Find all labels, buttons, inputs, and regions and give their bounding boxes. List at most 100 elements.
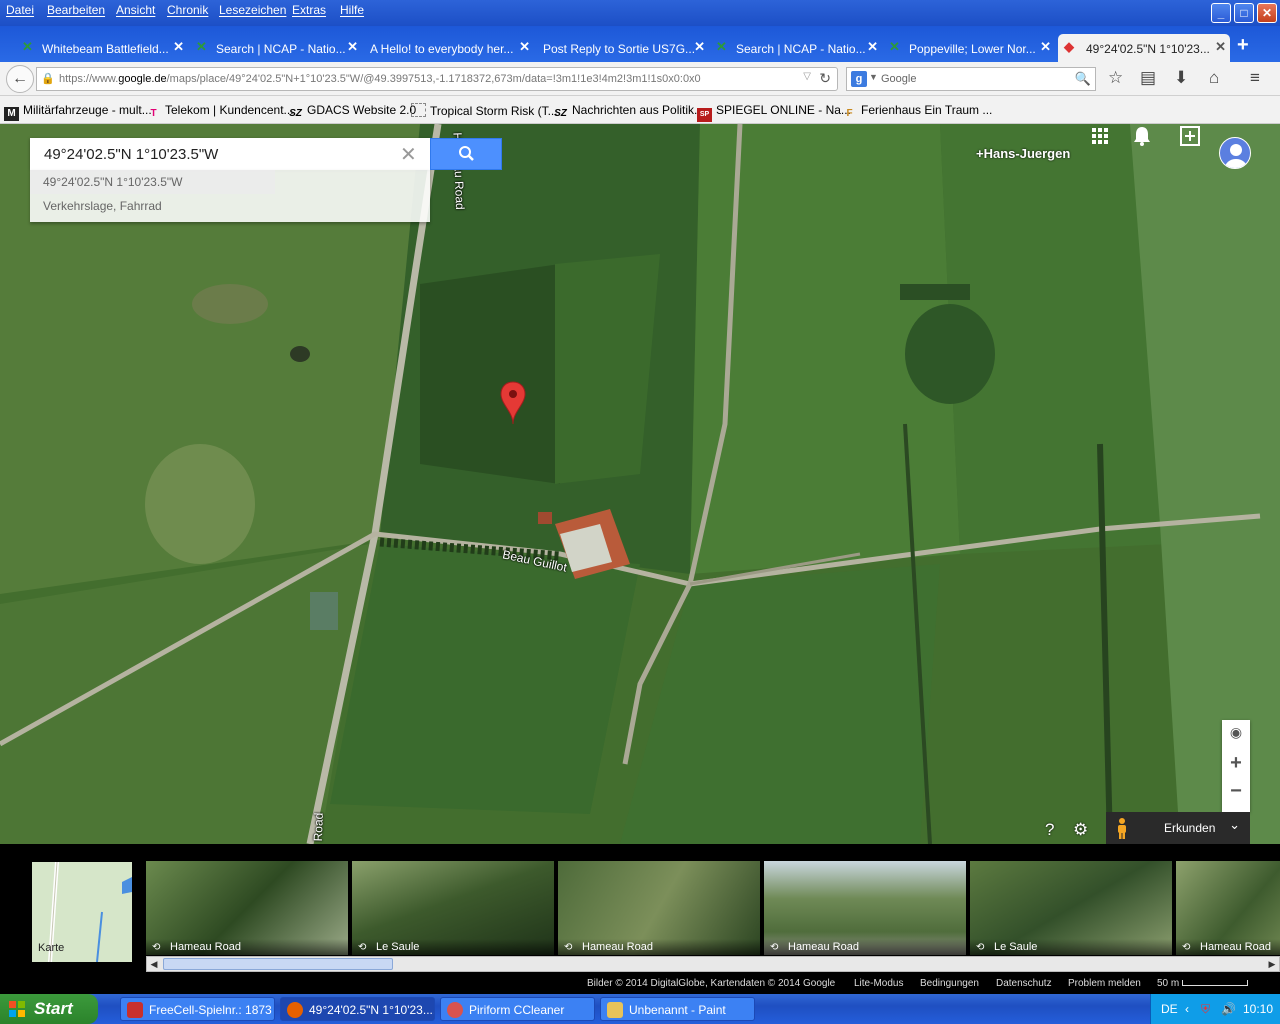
menu-hilfe[interactable]: Hilfe — [340, 3, 364, 17]
bookmark-militaerfahrzeuge[interactable]: M Militärfahrzeuge - mult... — [4, 103, 152, 121]
menu-lesezeichen[interactable]: Lesezeichen — [219, 3, 286, 17]
dropdown-arrow-icon[interactable]: ▽ — [803, 71, 811, 82]
taskbar-freecell[interactable]: FreeCell-Spielnr.: 1873 — [120, 997, 275, 1021]
lite-mode-link[interactable]: Lite-Modus — [854, 978, 903, 989]
language-indicator[interactable]: DE — [1161, 1002, 1178, 1016]
tab-google-maps[interactable]: ◆ 49°24'02.5"N 1°10'23... ✕ — [1058, 34, 1230, 62]
tab-whitebeam[interactable]: ✕ Whitebeam Battlefield... ✕ — [18, 34, 188, 62]
zoom-out-button[interactable]: − — [1222, 780, 1250, 803]
my-location-icon[interactable]: ◉ — [1222, 724, 1250, 741]
street-view-photo-1[interactable]: ⟲ Hameau Road — [146, 861, 348, 955]
suggestion-coordinates[interactable]: 49°24'02.5"N 1°10'23.5"W — [30, 170, 275, 194]
search-engine-dropdown-icon[interactable]: ▼ — [869, 72, 878, 82]
suggestion-traffic-bicycle[interactable]: Verkehrslage, Fahrrad — [30, 194, 430, 218]
speaker-icon[interactable]: 🔊 — [1221, 1002, 1236, 1016]
bookmark-ferienhaus[interactable]: F Ferienhaus Ein Traum ... — [842, 103, 992, 121]
browser-search-bar[interactable]: g ▼ Google 🔍 — [846, 67, 1096, 91]
reload-icon[interactable]: ↻ — [819, 70, 831, 87]
close-window-button[interactable]: ✕ — [1257, 3, 1277, 23]
tray-expand-icon[interactable]: ‹ — [1185, 1002, 1189, 1016]
map-view-thumbnail[interactable]: Karte — [32, 862, 132, 962]
photo-caption: Hameau Road — [582, 941, 653, 953]
street-view-photo-6[interactable]: ⟲ Hameau Road — [1176, 861, 1280, 955]
help-icon[interactable]: ? — [1045, 820, 1054, 840]
chevron-down-icon[interactable]: ⌄ — [1229, 817, 1240, 833]
menu-extras[interactable]: Extras — [292, 3, 326, 17]
zoom-control: ◉ + − — [1222, 720, 1250, 812]
tab-ncap-search-2[interactable]: ✕ Search | NCAP - Natio... ✕ — [712, 34, 882, 62]
tab-ncap-search-1[interactable]: ✕ Search | NCAP - Natio... ✕ — [192, 34, 362, 62]
map-search-box: ✕ — [30, 138, 430, 170]
user-name-link[interactable]: +Hans-Juergen — [976, 146, 1070, 161]
tab-close-icon[interactable]: ✕ — [867, 39, 878, 55]
clock: 10:10 — [1243, 1002, 1274, 1016]
tab-close-icon[interactable]: ✕ — [1040, 39, 1051, 55]
tab-poppeville[interactable]: ✕ Poppeville; Lower Nor... ✕ — [885, 34, 1055, 62]
tab-close-icon[interactable]: ✕ — [173, 39, 184, 55]
explore-button[interactable]: Erkunden ⌄ — [1106, 812, 1250, 844]
menu-chronik[interactable]: Chronik — [167, 3, 208, 17]
tab-post-reply[interactable]: Post Reply to Sortie US7G... ✕ — [519, 34, 709, 62]
bookmark-spiegel[interactable]: SP SPIEGEL ONLINE - Na... — [697, 103, 851, 122]
bookmark-telekom[interactable]: T Telekom | Kundencent... — [146, 103, 293, 121]
taskbar-ccleaner[interactable]: Piriform CCleaner — [440, 997, 595, 1021]
reading-list-icon[interactable]: ▤ — [1140, 68, 1156, 88]
apps-grid-icon[interactable] — [1088, 124, 1112, 148]
bookmark-gdacs[interactable]: SZ GDACS Website 2.0 — [288, 103, 416, 121]
bookmark-sz-nachrichten[interactable]: SZ Nachrichten aus Politik... — [553, 103, 704, 121]
photo-filmstrip: Karte ⟲ Hameau Road ⟲ Le Saule ⟲ Hameau Roa… — [0, 844, 1280, 972]
tab-close-icon[interactable]: ✕ — [694, 39, 705, 55]
menu-datei[interactable]: Datei — [6, 3, 34, 17]
search-icon[interactable]: 🔍 — [1075, 71, 1091, 87]
notifications-bell-icon[interactable] — [1130, 124, 1154, 148]
antivirus-shield-icon[interactable]: ⛨ — [1201, 1002, 1210, 1017]
street-view-photo-2[interactable]: ⟲ Le Saule — [352, 861, 554, 955]
taskbar-firefox[interactable]: 49°24'02.5"N 1°10'23.... — [280, 997, 435, 1021]
tab-close-icon[interactable]: ✕ — [1215, 39, 1226, 55]
satellite-map[interactable]: Beau Guillot Hameau Road Road ✕ 49°24'02… — [0, 124, 1280, 844]
report-problem-link[interactable]: Problem melden — [1068, 978, 1141, 989]
system-tray: DE ‹ ⛨ 🔊 10:10 — [1150, 994, 1280, 1024]
avatar[interactable] — [1219, 137, 1251, 169]
tab-label: Search | NCAP - Natio... — [216, 42, 346, 56]
scrollbar-thumb[interactable] — [163, 958, 393, 970]
scroll-right-icon[interactable]: ▶ — [1265, 957, 1279, 971]
maximize-button[interactable]: □ — [1234, 3, 1254, 23]
start-button[interactable]: Start — [0, 994, 98, 1024]
menu-hamburger-icon[interactable]: ≡ — [1250, 68, 1260, 88]
home-icon[interactable]: ⌂ — [1209, 68, 1219, 88]
url-bar[interactable]: 🔒 https://www.google.de/maps/place/49°24… — [36, 67, 838, 91]
settings-gear-icon[interactable]: ⚙ — [1073, 820, 1088, 840]
back-button[interactable]: ← — [6, 65, 34, 93]
freecell-icon — [127, 1002, 143, 1018]
panorama-icon: ⟲ — [564, 942, 573, 953]
street-view-photo-5[interactable]: ⟲ Le Saule — [970, 861, 1172, 955]
google-maps-icon: ◆ — [1064, 39, 1074, 54]
privacy-link[interactable]: Datenschutz — [996, 978, 1052, 989]
bookmark-star-icon[interactable]: ☆ — [1108, 68, 1123, 88]
tab-hello[interactable]: A Hello! to everybody her... ✕ — [346, 34, 534, 62]
tab-label: Search | NCAP - Natio... — [736, 42, 866, 56]
terms-link[interactable]: Bedingungen — [920, 978, 979, 989]
street-view-photo-4[interactable]: ⟲ Hameau Road — [764, 861, 966, 955]
scroll-left-icon[interactable]: ◀ — [147, 957, 161, 971]
clear-search-icon[interactable]: ✕ — [400, 142, 417, 167]
menu-ansicht[interactable]: Ansicht — [116, 3, 155, 17]
location-marker-icon[interactable] — [500, 381, 526, 425]
search-suggestions: 49°24'02.5"N 1°10'23.5"W Verkehrslage, F… — [30, 170, 430, 222]
map-search-input[interactable] — [30, 138, 400, 170]
bookmark-tropical-storm[interactable]: Tropical Storm Risk (T... — [411, 103, 558, 118]
menu-bearbeiten[interactable]: Bearbeiten — [47, 3, 105, 17]
zoom-in-button[interactable]: + — [1222, 752, 1250, 775]
new-tab-button[interactable]: + — [1237, 34, 1249, 57]
minimize-button[interactable]: _ — [1211, 3, 1231, 23]
bookmark-favicon-icon: M — [4, 107, 19, 121]
pegman-icon[interactable] — [1114, 817, 1130, 839]
map-search-button[interactable] — [430, 138, 502, 170]
download-icon[interactable]: ⬇ — [1174, 68, 1188, 88]
street-view-photo-3[interactable]: ⟲ Hameau Road — [558, 861, 760, 955]
filmstrip-scrollbar[interactable]: ◀ ▶ — [146, 956, 1280, 972]
bookmark-label: Ferienhaus Ein Traum ... — [861, 103, 993, 117]
taskbar-paint[interactable]: Unbenannt - Paint — [600, 997, 755, 1021]
share-plus-icon[interactable] — [1178, 124, 1202, 148]
